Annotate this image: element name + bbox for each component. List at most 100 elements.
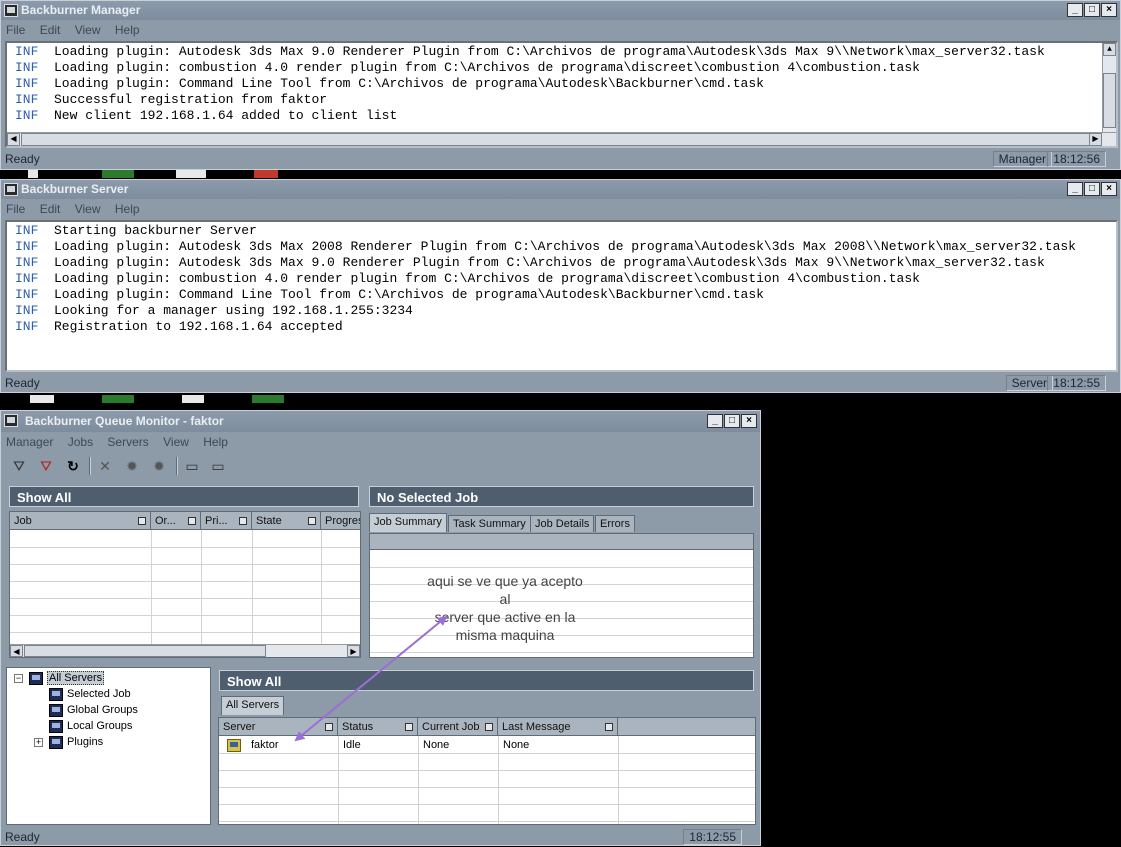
monitor-titlebar[interactable]: Backburner Queue Monitor - faktor _ □ × [1, 411, 760, 432]
expand-icon[interactable]: + [34, 738, 43, 747]
menu-view[interactable]: View [163, 435, 189, 449]
manager-horizontal-scrollbar[interactable]: ◀ ▶ [7, 132, 1116, 146]
column-status[interactable]: Status [338, 718, 418, 736]
close-button[interactable]: × [1101, 182, 1117, 196]
server-group-icon [49, 687, 63, 701]
column-last-message[interactable]: Last Message [498, 718, 618, 736]
server-current-job-cell: None [423, 739, 450, 751]
taskbar-icon[interactable] [28, 170, 38, 178]
menu-file[interactable]: File [6, 202, 25, 216]
tab-task-summary[interactable]: Task Summary [448, 515, 531, 532]
tree-item-selected-job[interactable]: Selected Job [49, 686, 131, 702]
server-titlebar[interactable]: Backburner Server _ □ × [1, 180, 1120, 199]
menu-view[interactable]: View [75, 23, 101, 37]
scroll-thumb[interactable] [1103, 73, 1116, 128]
server-icon [227, 738, 241, 752]
column-priority[interactable]: Pri... [201, 512, 252, 530]
column-order[interactable]: Or... [151, 512, 201, 530]
taskbar-icon[interactable] [252, 395, 284, 403]
tree-item-local-groups[interactable]: Local Groups [49, 718, 132, 734]
menu-servers[interactable]: Servers [107, 435, 148, 449]
server-name-cell: faktor [223, 737, 279, 754]
tab-errors[interactable]: Errors [595, 515, 635, 532]
scroll-left-icon[interactable]: ◀ [7, 133, 20, 146]
plugins-icon [49, 735, 63, 749]
minimize-button[interactable]: _ [1067, 182, 1083, 196]
menu-help[interactable]: Help [203, 435, 228, 449]
server-log[interactable]: INF Starting backburner Server INF Loading… [5, 220, 1118, 372]
menu-help[interactable]: Help [115, 202, 140, 216]
tree-item-global-groups[interactable]: Global Groups [49, 702, 138, 718]
table-row[interactable]: faktor Idle None None [219, 737, 755, 754]
manager-title: Backburner Manager [21, 3, 141, 17]
scroll-right-icon[interactable]: ▶ [1089, 133, 1102, 146]
column-empty [618, 718, 755, 736]
manager-vertical-scrollbar[interactable]: ▲ [1102, 43, 1116, 132]
tab-job-details[interactable]: Job Details [530, 515, 595, 532]
column-state[interactable]: State [252, 512, 321, 530]
clock: 18:12:55 [1047, 375, 1106, 391]
close-button[interactable]: × [1101, 3, 1117, 17]
menu-help[interactable]: Help [115, 23, 140, 37]
menu-file[interactable]: File [6, 23, 25, 37]
column-progress[interactable]: Progres [321, 512, 360, 530]
scroll-left-icon[interactable]: ◀ [10, 645, 23, 657]
scroll-up-icon[interactable]: ▲ [1103, 43, 1116, 56]
taskbar-icon[interactable] [254, 170, 278, 178]
maximize-button[interactable]: □ [724, 414, 740, 428]
tree-item-plugins[interactable]: Plugins [49, 734, 103, 750]
scroll-thumb[interactable] [24, 645, 266, 657]
monitor-alt-icon[interactable]: ▭ [208, 457, 228, 475]
table-row [10, 531, 360, 548]
tree-item-all-servers[interactable]: All Servers [29, 670, 105, 686]
server-disconnect-icon[interactable]: ✹ [149, 457, 169, 475]
taskbar-icon[interactable] [30, 395, 54, 403]
tab-job-summary[interactable]: Job Summary [369, 513, 447, 532]
menu-manager[interactable]: Manager [6, 435, 53, 449]
table-row [10, 599, 360, 616]
taskbar-icon[interactable] [176, 170, 206, 178]
mode-indicator: Server [1005, 375, 1053, 391]
menu-edit[interactable]: Edit [40, 23, 61, 37]
collapse-icon[interactable]: − [14, 674, 23, 683]
column-server[interactable]: Server [219, 718, 338, 736]
refresh-icon[interactable]: ↻ [63, 457, 83, 475]
manager-log[interactable]: INF Loading plugin: Autodesk 3ds Max 9.0 … [5, 41, 1118, 148]
server-tree[interactable]: − All Servers Selected Job Global Groups… [6, 667, 211, 825]
menu-view[interactable]: View [75, 202, 101, 216]
jobs-panel-header[interactable]: Show All [9, 486, 359, 507]
minimize-button[interactable]: _ [1067, 3, 1083, 17]
status-text: Ready [5, 152, 40, 166]
taskbar-icon[interactable] [102, 170, 134, 178]
menu-edit[interactable]: Edit [40, 202, 61, 216]
monitor-toolbar: ⛛ ⛛ ↻ ✕ ✹ ✹ ▭ ▭ [1, 453, 760, 479]
filter-icon[interactable]: ⛛ [9, 457, 29, 475]
maximize-button[interactable]: □ [1084, 182, 1100, 196]
minimize-button[interactable]: _ [707, 414, 723, 428]
server-connect-icon[interactable]: ✹ [122, 457, 142, 475]
monitor-icon[interactable]: ▭ [182, 457, 202, 475]
taskbar-icon[interactable] [182, 395, 204, 403]
menu-jobs[interactable]: Jobs [68, 435, 93, 449]
filter-remove-icon[interactable]: ⛛ [36, 457, 56, 475]
scroll-thumb[interactable] [21, 133, 1091, 146]
scroll-right-icon[interactable]: ▶ [347, 645, 360, 657]
maximize-button[interactable]: □ [1084, 3, 1100, 17]
tab-all-servers[interactable]: All Servers [221, 696, 285, 715]
mode-indicator: Manager [992, 151, 1052, 167]
manager-titlebar[interactable]: Backburner Manager _ □ × [1, 1, 1120, 20]
servers-table[interactable]: Server Status Current Job Last Message f… [218, 717, 756, 825]
column-job[interactable]: Job [10, 512, 151, 530]
delete-icon[interactable]: ✕ [95, 457, 115, 475]
log-line: INF Starting backburner Server [15, 223, 257, 238]
manager-menubar: File Edit View Help [1, 20, 1120, 40]
log-line: INF Loading plugin: Autodesk 3ds Max 2008… [15, 239, 1076, 254]
jobs-horizontal-scrollbar[interactable]: ◀ ▶ [10, 644, 360, 657]
servers-panel-header[interactable]: Show All [219, 670, 754, 691]
jobs-table[interactable]: Job Or... Pri... State Progres ◀ ▶ [9, 511, 361, 658]
taskbar-icon[interactable] [102, 395, 134, 403]
column-current-job[interactable]: Current Job [418, 718, 498, 736]
close-button[interactable]: × [741, 414, 757, 428]
manager-statusbar: Ready Manager 18:12:56 [1, 149, 1120, 169]
toolbar-separator [89, 457, 91, 475]
